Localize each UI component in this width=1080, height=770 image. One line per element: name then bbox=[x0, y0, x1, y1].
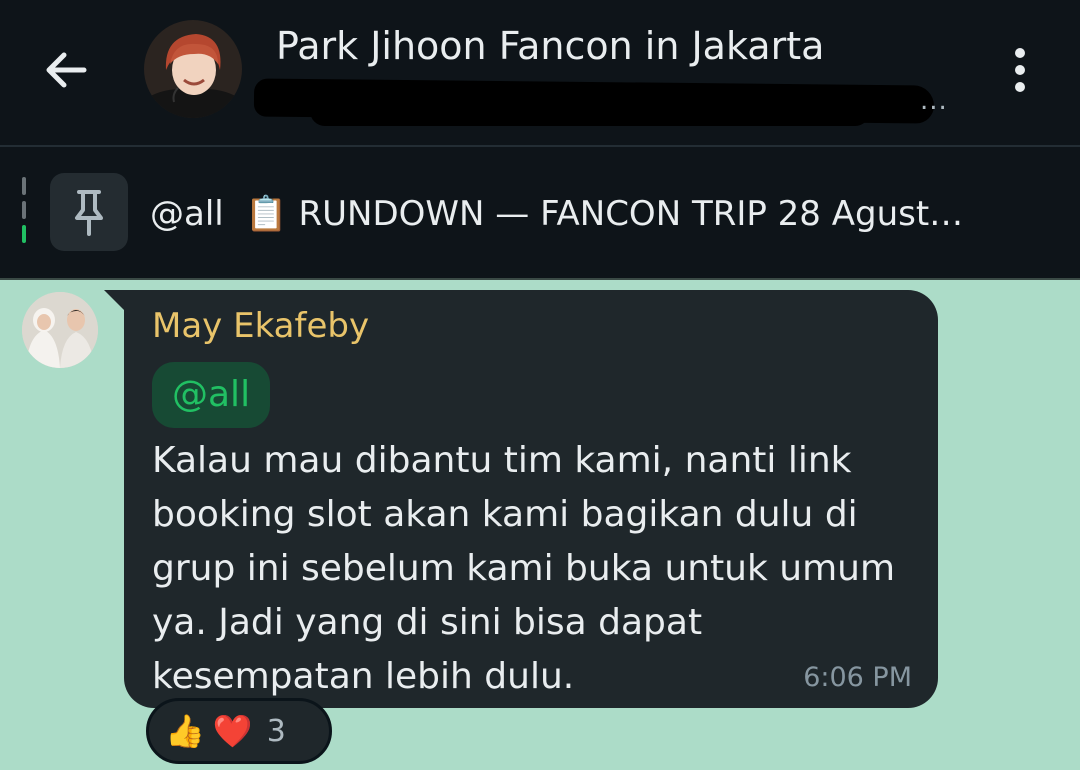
pinned-message-bar[interactable]: @all 📋 RUNDOWN — FANCON TRIP 28 Agust… bbox=[0, 147, 1080, 279]
chat-header: Park Jihoon Fancon in Jakarta ... bbox=[0, 0, 1080, 145]
group-avatar[interactable] bbox=[144, 20, 242, 118]
chat-messages-area[interactable]: May Ekafeby @all Kalau mau dibantu tim k… bbox=[0, 280, 1080, 770]
reaction-count: 3 bbox=[266, 713, 286, 749]
more-vertical-icon bbox=[1015, 65, 1025, 75]
more-vertical-icon bbox=[1015, 82, 1025, 92]
heart-icon: ❤️ bbox=[212, 712, 253, 750]
clipboard-icon: 📋 bbox=[245, 194, 288, 234]
more-vertical-icon bbox=[1015, 48, 1025, 58]
message-reactions[interactable]: 👍 ❤️ 3 bbox=[146, 698, 332, 764]
sender-avatar[interactable] bbox=[22, 292, 98, 368]
pinned-position-indicator bbox=[22, 177, 27, 243]
whatsapp-group-chat: Park Jihoon Fancon in Jakarta ... @all 📋… bbox=[0, 0, 1080, 770]
more-options-button[interactable] bbox=[996, 40, 1044, 100]
redaction-mark bbox=[310, 96, 870, 126]
message-timestamp: 6:06 PM bbox=[803, 662, 912, 693]
pinned-text: RUNDOWN — FANCON TRIP 28 Agust… bbox=[298, 194, 964, 234]
sender-name[interactable]: May Ekafeby bbox=[152, 304, 369, 348]
bubble-tail bbox=[104, 290, 126, 312]
pinned-message-preview: @all 📋 RUNDOWN — FANCON TRIP 28 Agust… bbox=[150, 187, 1060, 241]
participants-subtitle[interactable]: ... bbox=[250, 72, 960, 132]
chat-title[interactable]: Park Jihoon Fancon in Jakarta bbox=[276, 20, 824, 72]
pin-icon bbox=[50, 173, 128, 251]
arrow-left-icon bbox=[46, 52, 87, 88]
thumbs-up-icon: 👍 bbox=[165, 712, 205, 750]
pinned-mention: @all bbox=[150, 194, 224, 234]
mention-all-chip[interactable]: @all bbox=[152, 362, 271, 428]
message-bubble[interactable]: May Ekafeby @all Kalau mau dibantu tim k… bbox=[124, 290, 938, 708]
back-button[interactable] bbox=[36, 42, 96, 98]
subtitle-ellipsis: ... bbox=[920, 86, 948, 116]
